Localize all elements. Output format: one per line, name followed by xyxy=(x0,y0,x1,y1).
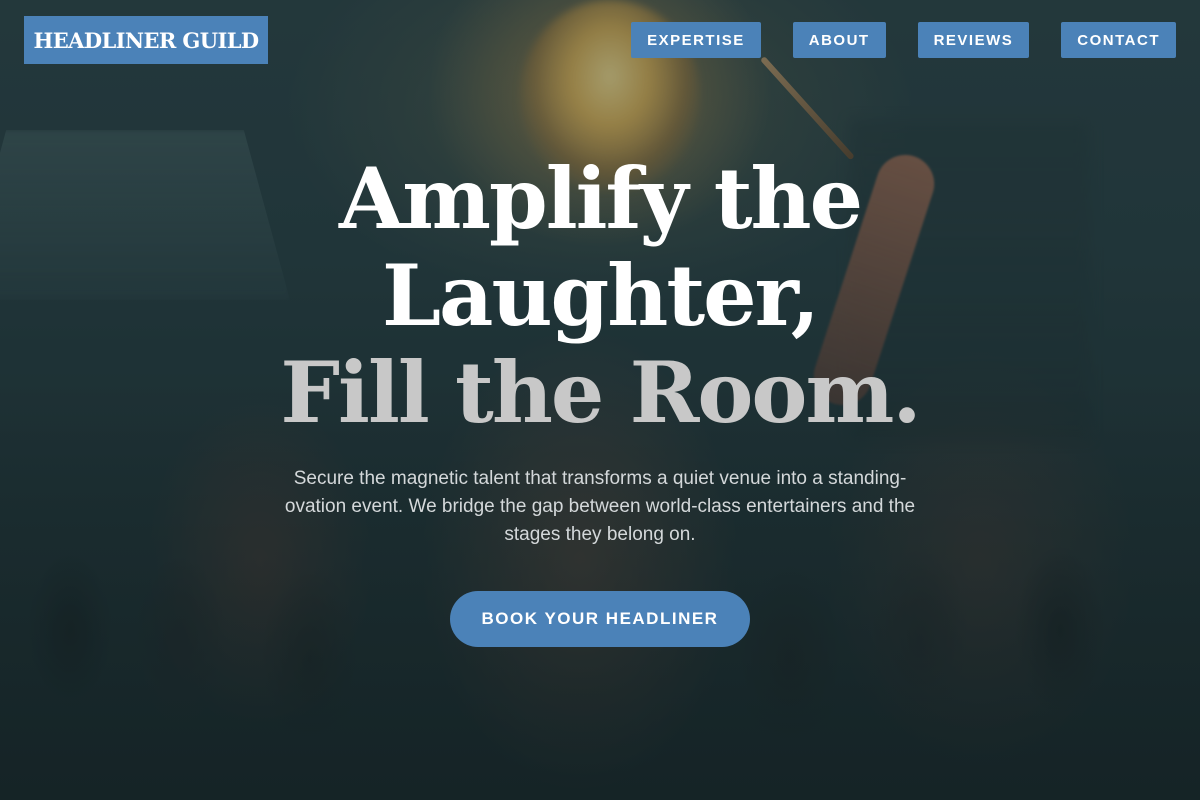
book-headliner-button[interactable]: BOOK YOUR HEADLINER xyxy=(450,591,750,647)
hero-section: Amplify the Laughter, Fill the Room. Sec… xyxy=(0,150,1200,647)
nav-item-expertise[interactable]: EXPERTISE xyxy=(631,22,761,58)
headline-line-1: Amplify the xyxy=(338,149,863,248)
main-nav: EXPERTISE ABOUT REVIEWS CONTACT xyxy=(631,22,1176,58)
nav-item-contact[interactable]: CONTACT xyxy=(1061,22,1176,58)
hero-subtext: Secure the magnetic talent that transfor… xyxy=(284,468,916,545)
headline-line-3: Fill the Room. xyxy=(280,343,921,442)
site-logo[interactable]: HEADLINER GUILD xyxy=(24,16,268,64)
nav-item-reviews[interactable]: REVIEWS xyxy=(917,22,1030,58)
headline-line-2: Laughter, xyxy=(381,246,820,345)
nav-item-about[interactable]: ABOUT xyxy=(792,22,886,58)
hero-headline: Amplify the Laughter, Fill the Room. xyxy=(0,150,1200,441)
